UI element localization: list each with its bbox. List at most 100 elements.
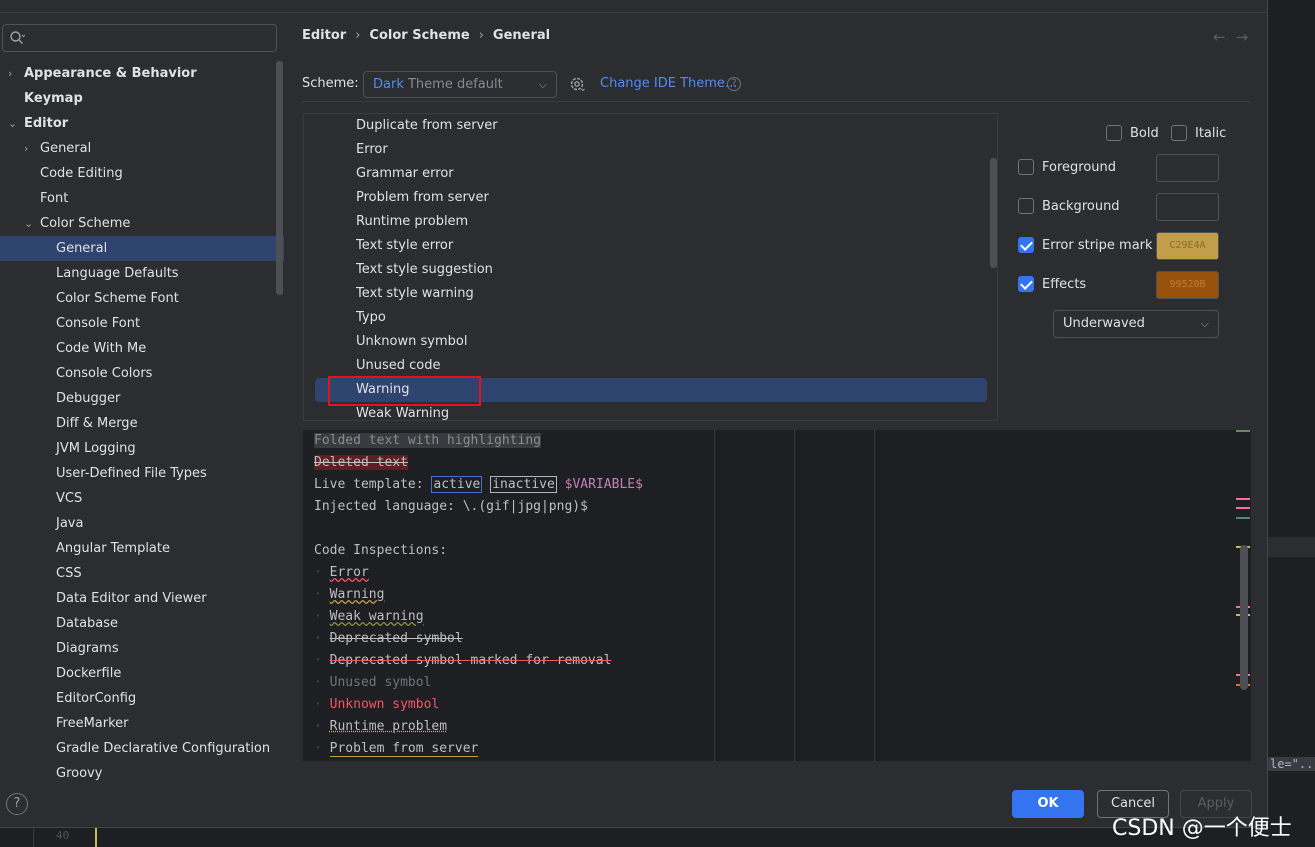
- attribute-list-item[interactable]: Typo: [304, 306, 989, 330]
- preview-inspection-text: Problem from server: [329, 741, 479, 757]
- history-nav: ←→: [1213, 28, 1258, 46]
- error-stripe-mark[interactable]: [1236, 507, 1250, 509]
- sidebar-item[interactable]: CSS: [0, 561, 284, 586]
- preview-inspection-line: · Unknown symbol: [314, 697, 440, 712]
- effects-color-swatch[interactable]: 99520B: [1156, 271, 1219, 299]
- sidebar-item-label: EditorConfig: [56, 691, 137, 706]
- sidebar-item[interactable]: JVM Logging: [0, 436, 284, 461]
- change-ide-theme-link[interactable]: Change IDE Theme...: [600, 76, 737, 91]
- preview-line-live-template: Live template: active inactive $VARIABLE…: [314, 476, 643, 493]
- scheme-dropdown[interactable]: Dark Theme default ⌵: [363, 71, 557, 98]
- error-stripe-mark[interactable]: [1236, 517, 1250, 519]
- preview-scrollbar[interactable]: [1240, 545, 1248, 690]
- title-separator: [0, 12, 1268, 13]
- sidebar-item[interactable]: Angular Template: [0, 536, 284, 561]
- sidebar-item[interactable]: Diagrams: [0, 636, 284, 661]
- sidebar-item-label: Groovy: [56, 766, 103, 781]
- sidebar-item[interactable]: Color Scheme Font: [0, 286, 284, 311]
- sidebar-item[interactable]: Code With Me: [0, 336, 284, 361]
- error-stripe-mark[interactable]: [1236, 498, 1250, 500]
- foreground-checkbox[interactable]: [1018, 159, 1034, 175]
- attribute-list-item[interactable]: Runtime problem: [304, 210, 989, 234]
- sidebar-item-label: Code Editing: [40, 166, 123, 181]
- background-editor-bottom: 40: [0, 827, 1268, 847]
- italic-checkbox[interactable]: [1171, 125, 1187, 141]
- breadcrumb-editor[interactable]: Editor: [302, 28, 346, 43]
- chevron-right-icon: ›: [478, 28, 484, 43]
- background-checkbox[interactable]: [1018, 198, 1034, 214]
- attribute-list-item[interactable]: Duplicate from server: [304, 114, 989, 138]
- effects-checkbox[interactable]: [1018, 276, 1034, 292]
- sidebar-item[interactable]: Database: [0, 611, 284, 636]
- sidebar-item[interactable]: › Appearance & Behavior: [0, 61, 284, 86]
- sidebar-item[interactable]: › General: [0, 136, 284, 161]
- sidebar-item-label: JVM Logging: [56, 441, 136, 456]
- preview-inspection-text: Unused symbol: [329, 675, 432, 690]
- sidebar-item[interactable]: Code Editing: [0, 161, 284, 186]
- sidebar-item-label: Angular Template: [56, 541, 170, 556]
- chevron-right-icon[interactable]: ›: [8, 61, 20, 86]
- tree-scrollbar[interactable]: [276, 61, 283, 295]
- forward-arrow-icon[interactable]: →: [1236, 28, 1259, 46]
- preview-inspection-text: Unknown symbol: [329, 697, 440, 712]
- sidebar-item[interactable]: Console Font: [0, 311, 284, 336]
- sidebar-item-label: Editor: [24, 116, 69, 131]
- sidebar-item[interactable]: Debugger: [0, 386, 284, 411]
- bold-checkbox[interactable]: [1106, 125, 1122, 141]
- sidebar-item-label: Debugger: [56, 391, 121, 406]
- list-scrollbar[interactable]: [990, 158, 997, 268]
- back-arrow-icon[interactable]: ←: [1213, 28, 1236, 46]
- sidebar-item-label: Java: [56, 516, 84, 531]
- sidebar-item[interactable]: User-Defined File Types: [0, 461, 284, 486]
- sidebar-item[interactable]: Dockerfile: [0, 661, 284, 686]
- sidebar-item[interactable]: Gradle Declarative Configuration: [0, 736, 284, 761]
- background-color-swatch[interactable]: [1156, 193, 1219, 221]
- settings-search-input[interactable]: [2, 24, 277, 52]
- help-question-icon[interactable]: ?: [727, 77, 741, 91]
- attribute-list-item[interactable]: Error: [304, 138, 989, 162]
- sidebar-item[interactable]: Keymap: [0, 86, 284, 111]
- sidebar-item[interactable]: ⌄ Editor: [0, 111, 284, 136]
- attribute-list-item[interactable]: Text style error: [304, 234, 989, 258]
- breadcrumb-color-scheme[interactable]: Color Scheme: [369, 28, 469, 43]
- preview-inspection-text: Deprecated symbol: [329, 631, 463, 646]
- error-stripe-color-swatch[interactable]: C29E4A: [1156, 232, 1219, 260]
- highlight-annotation-box: [328, 376, 481, 406]
- attribute-list-item[interactable]: Unknown symbol: [304, 330, 989, 354]
- right-margin-guide: [794, 430, 795, 761]
- sidebar-item[interactable]: Java: [0, 511, 284, 536]
- sidebar-item[interactable]: FreeMarker: [0, 711, 284, 736]
- attribute-list-item[interactable]: Text style suggestion: [304, 258, 989, 282]
- error-stripe-checkbox[interactable]: [1018, 237, 1034, 253]
- help-button[interactable]: ?: [6, 793, 28, 815]
- ok-button[interactable]: OK: [1012, 790, 1084, 818]
- chevron-right-icon[interactable]: ›: [24, 136, 36, 161]
- attribute-list-item[interactable]: Grammar error: [304, 162, 989, 186]
- sidebar-item[interactable]: VCS: [0, 486, 284, 511]
- attributes-list: Duplicate from server Error Grammar error P…: [303, 113, 998, 421]
- attribute-list-item[interactable]: Problem from server: [304, 186, 989, 210]
- search-icon: [10, 31, 25, 44]
- foreground-color-swatch[interactable]: [1156, 154, 1219, 182]
- preview-inspection-text: Error: [329, 565, 369, 580]
- sidebar-item[interactable]: General: [0, 236, 284, 261]
- chevron-down-icon[interactable]: ⌄: [8, 111, 20, 136]
- preview-line-folded: Folded text with highlighting: [314, 433, 541, 448]
- preview-editor[interactable]: Folded text with highlighting Deleted te…: [303, 430, 1251, 761]
- chevron-down-icon[interactable]: ⌄: [24, 211, 36, 236]
- sidebar-item[interactable]: Diff & Merge: [0, 411, 284, 436]
- sidebar-item[interactable]: ⌄ Color Scheme: [0, 211, 284, 236]
- attribute-list-item[interactable]: Unused code: [304, 354, 989, 378]
- attribute-list-item[interactable]: Text style warning: [304, 282, 989, 306]
- sidebar-item[interactable]: Font: [0, 186, 284, 211]
- sidebar-item[interactable]: Groovy: [0, 761, 284, 781]
- sidebar-item-label: Font: [40, 191, 69, 206]
- sidebar-item[interactable]: EditorConfig: [0, 686, 284, 711]
- error-stripe-mark[interactable]: [1236, 430, 1250, 432]
- sidebar-item[interactable]: Console Colors: [0, 361, 284, 386]
- preview-inspection-line: · Problem from server: [314, 741, 479, 757]
- sidebar-item[interactable]: Language Defaults: [0, 261, 284, 286]
- gear-icon[interactable]: [568, 75, 586, 93]
- sidebar-item[interactable]: Data Editor and Viewer: [0, 586, 284, 611]
- effect-type-dropdown[interactable]: Underwaved ⌵: [1053, 310, 1219, 338]
